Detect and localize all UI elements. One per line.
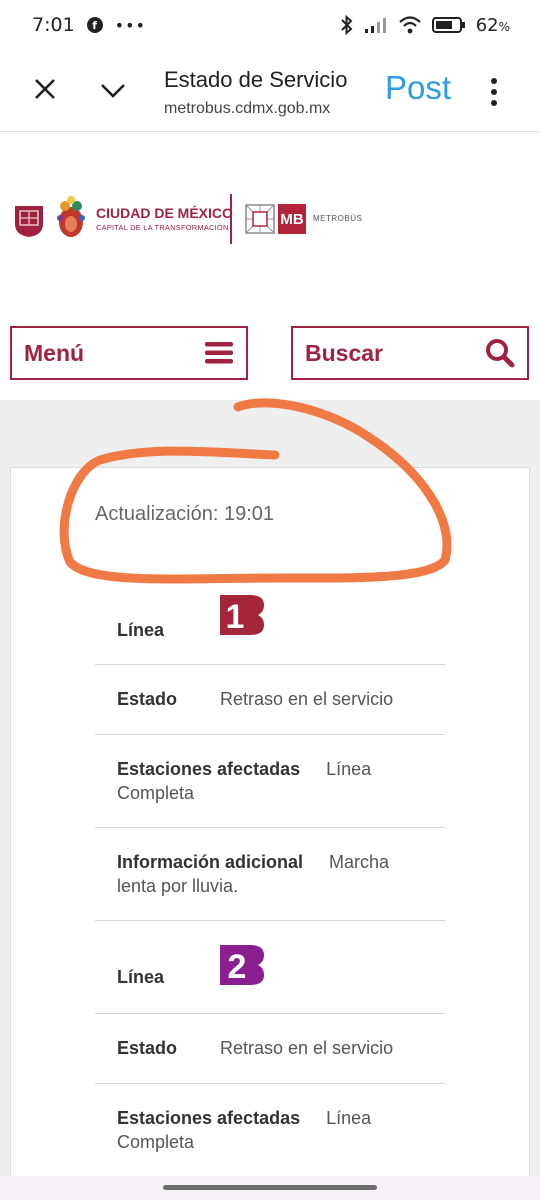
navigation-gesture-bar: [0, 1176, 540, 1200]
stations-label: Estaciones afectadas: [117, 1108, 301, 1128]
line-row: Línea 2: [95, 921, 445, 1014]
chevron-down-icon[interactable]: [98, 78, 128, 102]
cdmx-name: CIUDAD DE MÉXICO: [96, 205, 233, 221]
status-label: Estado: [117, 689, 178, 709]
browser-toolbar: Estado de Servicio metrobus.cdmx.gob.mx …: [0, 50, 540, 132]
info-label: Información adicional: [117, 852, 304, 872]
line-row: Línea 1: [95, 595, 445, 665]
home-gesture-handle[interactable]: [163, 1185, 377, 1190]
close-icon[interactable]: [32, 76, 58, 102]
page-url[interactable]: metrobus.cdmx.gob.mx: [164, 100, 364, 118]
logo-divider: [230, 194, 232, 244]
facebook-notification-icon: f: [86, 17, 103, 33]
more-options-icon[interactable]: [489, 78, 499, 106]
metrobus-pattern-icon: [245, 204, 275, 234]
status-value: Retraso en el servicio: [220, 1038, 394, 1058]
search-icon: [486, 339, 515, 368]
stations-row: Estaciones afectadas Línea Completa: [95, 735, 445, 828]
search-button[interactable]: Buscar: [291, 326, 529, 380]
battery-level: 62: [475, 14, 499, 36]
post-button[interactable]: Post: [385, 69, 451, 107]
signal-icon: [364, 18, 386, 33]
stations-label: Estaciones afectadas: [117, 759, 301, 779]
line-2-badge-icon: 2: [220, 945, 264, 985]
cdmx-shield-icon: [15, 206, 43, 237]
wifi-icon: [398, 16, 421, 34]
status-row: Estado Retraso en el servicio: [95, 1014, 445, 1084]
line-1-number: 1: [226, 598, 245, 635]
bluetooth-icon: [340, 15, 353, 35]
info-row: Información adicional Marcha lenta por ll…: [95, 828, 445, 921]
menu-button[interactable]: Menú: [10, 326, 248, 380]
hamburger-icon: [205, 342, 233, 364]
line-label: Línea: [117, 967, 165, 987]
line-label: Línea: [117, 620, 165, 640]
status-value: Retraso en el servicio: [220, 689, 394, 709]
menu-label: Menú: [24, 339, 85, 366]
metrobus-logo: MB: [278, 204, 306, 234]
status-time: 7:01: [32, 14, 75, 36]
status-label: Estado: [117, 1038, 178, 1058]
site-header-logos[interactable]: CIUDAD DE MÉXICO CAPITAL DE LA TRANSFORM…: [0, 190, 540, 246]
more-notifications-icon: •••: [114, 15, 146, 35]
metrobus-name: METROBÚS: [313, 214, 363, 223]
status-row: Estado Retraso en el servicio: [95, 665, 445, 735]
search-label: Buscar: [305, 339, 383, 366]
battery-unit: %: [498, 19, 510, 34]
stations-row: Estaciones afectadas Línea Completa: [95, 1084, 445, 1177]
line-2-number: 2: [228, 948, 247, 985]
cdmx-heart-emblem-icon: [57, 196, 85, 237]
line-1-badge-icon: 1: [220, 595, 264, 635]
battery-icon: [431, 17, 465, 33]
cdmx-tagline: CAPITAL DE LA TRANSFORMACIÓN: [96, 223, 229, 232]
status-bar: 7:01 f ••• 62%: [0, 0, 540, 50]
last-updated: Actualización: 19:01: [95, 503, 275, 525]
page-title: Estado de Servicio: [164, 67, 348, 92]
